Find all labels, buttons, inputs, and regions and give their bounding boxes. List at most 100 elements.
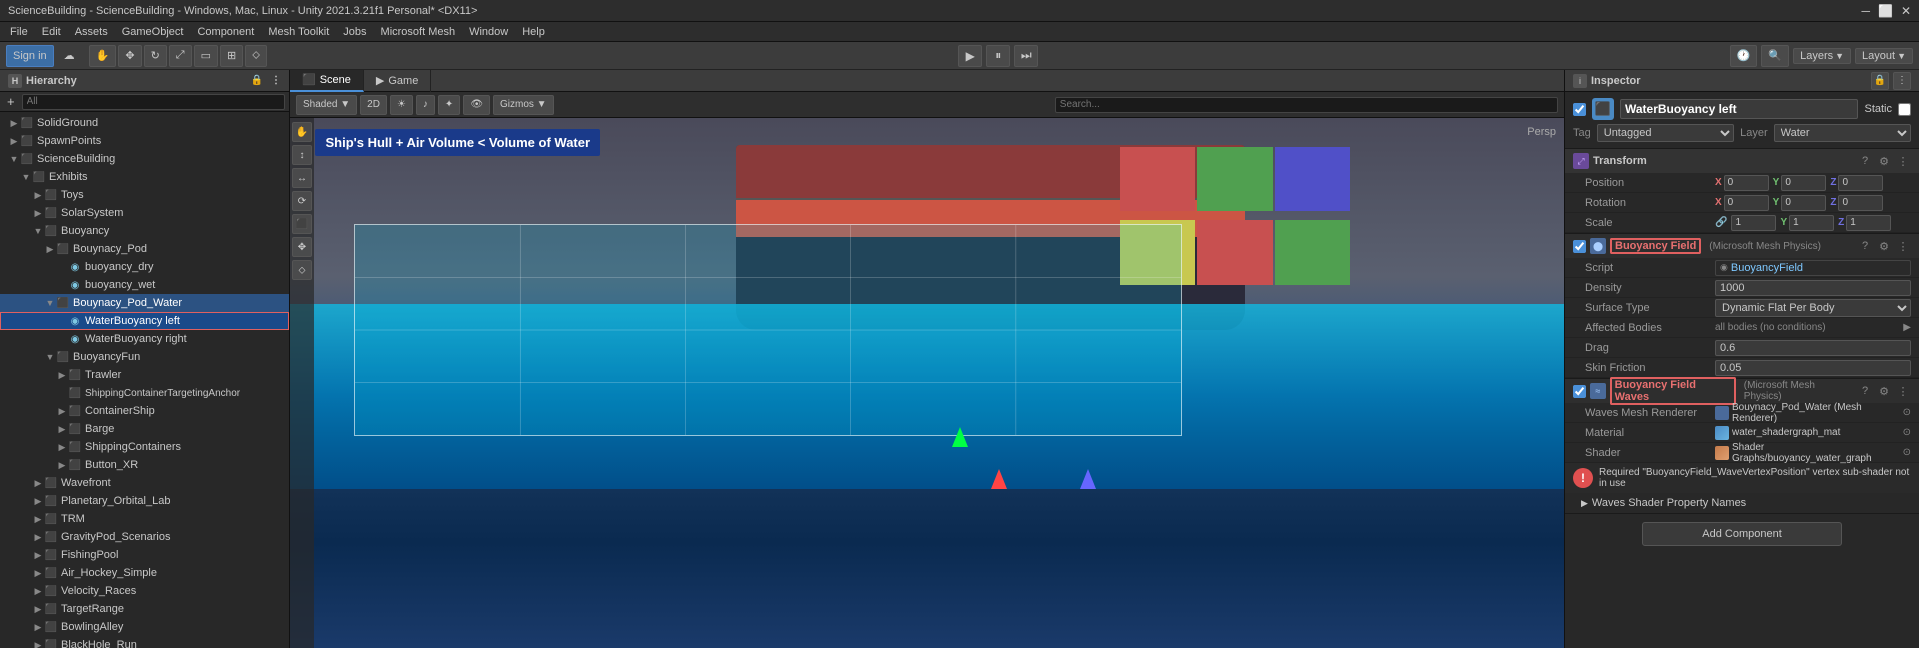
gizmo-rect[interactable]: ⬛ bbox=[292, 214, 312, 234]
position-x-input[interactable] bbox=[1724, 175, 1769, 191]
gizmo-scale[interactable]: ⟳ bbox=[292, 191, 312, 211]
menu-help[interactable]: Help bbox=[516, 25, 551, 39]
shader-pick-icon[interactable]: ⊙ bbox=[1903, 447, 1911, 458]
step-button[interactable]: ⏭ bbox=[1014, 45, 1038, 67]
inspector-lock-button[interactable]: 🔒 bbox=[1871, 72, 1889, 90]
buoyancy-field-menu-button[interactable]: ⋮ bbox=[1895, 238, 1911, 254]
menu-jobs[interactable]: Jobs bbox=[337, 25, 372, 39]
hierarchy-lock-icon[interactable]: 🔒 bbox=[251, 75, 263, 86]
static-checkbox[interactable] bbox=[1898, 103, 1911, 116]
transform-menu-button[interactable]: ⋮ bbox=[1895, 153, 1911, 169]
tree-item-shippinganchor[interactable]: ⬛ ShippingContainerTargetingAnchor bbox=[0, 384, 289, 402]
tree-item-spawnpoints[interactable]: ▶ ⬛ SpawnPoints bbox=[0, 132, 289, 150]
layout-dropdown[interactable]: Layout ▼ bbox=[1855, 48, 1913, 64]
close-btn[interactable]: ✕ bbox=[1901, 4, 1911, 18]
buoyancy-waves-settings-button[interactable]: ⚙ bbox=[1876, 383, 1892, 399]
rotation-y-input[interactable] bbox=[1781, 195, 1826, 211]
buoyancy-waves-help-button[interactable]: ? bbox=[1857, 383, 1873, 399]
buoyancy-waves-header[interactable]: ≈ Buoyancy Field Waves (Microsoft Mesh P… bbox=[1565, 379, 1919, 403]
rotation-z-input[interactable] bbox=[1838, 195, 1883, 211]
tree-item-toys[interactable]: ▶ ⬛ Toys bbox=[0, 186, 289, 204]
gizmo-hand[interactable]: ✋ bbox=[292, 122, 312, 142]
tree-item-fishingpool[interactable]: ▶ ⬛ FishingPool bbox=[0, 546, 289, 564]
search-button[interactable]: 🔍 bbox=[1761, 45, 1789, 67]
menu-microsoft-mesh[interactable]: Microsoft Mesh bbox=[375, 25, 462, 39]
tag-select[interactable]: Untagged bbox=[1597, 124, 1734, 142]
tree-item-containership[interactable]: ▶ ⬛ ContainerShip bbox=[0, 402, 289, 420]
tree-item-shippingcontainers[interactable]: ▶ ⬛ ShippingContainers bbox=[0, 438, 289, 456]
buoyancy-field-checkbox[interactable] bbox=[1573, 240, 1586, 253]
object-active-checkbox[interactable] bbox=[1573, 103, 1586, 116]
hierarchy-add-button[interactable]: + bbox=[4, 94, 18, 109]
hierarchy-menu-icon[interactable]: ⋮ bbox=[271, 75, 281, 86]
layers-dropdown[interactable]: Layers ▼ bbox=[1793, 48, 1851, 64]
scale-y-input[interactable] bbox=[1789, 215, 1834, 231]
tree-item-trm[interactable]: ▶ ⬛ TRM bbox=[0, 510, 289, 528]
tree-item-bouynacypodwater[interactable]: ▼ ⬛ Bouynacy_Pod_Water bbox=[0, 294, 289, 312]
hand-tool-button[interactable]: ✋ bbox=[89, 45, 117, 67]
rotate-tool-button[interactable]: ↻ bbox=[144, 45, 167, 67]
maximize-btn[interactable]: ⬜ bbox=[1878, 4, 1893, 18]
transform-help-button[interactable]: ? bbox=[1857, 153, 1873, 169]
menu-gameobject[interactable]: GameObject bbox=[116, 25, 190, 39]
tree-item-buttonxr[interactable]: ▶ ⬛ Button_XR bbox=[0, 456, 289, 474]
tree-item-waterbuoyancyright[interactable]: ◉ WaterBuoyancy right bbox=[0, 330, 289, 348]
tree-item-velocityraces[interactable]: ▶ ⬛ Velocity_Races bbox=[0, 582, 289, 600]
lighting-button[interactable]: ☀ bbox=[390, 95, 413, 115]
tree-item-bouynacypod[interactable]: ▶ ⬛ Bouynacy_Pod bbox=[0, 240, 289, 258]
affected-bodies-expand-icon[interactable]: ▶ bbox=[1903, 322, 1911, 333]
menu-component[interactable]: Component bbox=[191, 25, 260, 39]
tree-item-waterbuoyancyleft[interactable]: ◉ WaterBuoyancy left bbox=[0, 312, 289, 330]
tree-item-buoyancy-wet[interactable]: ◉ buoyancy_wet bbox=[0, 276, 289, 294]
surface-type-select[interactable]: Dynamic Flat Per Body bbox=[1715, 299, 1911, 317]
inspector-menu-button[interactable]: ⋮ bbox=[1893, 72, 1911, 90]
hierarchy-search-input[interactable] bbox=[22, 94, 285, 110]
scale-x-input[interactable] bbox=[1731, 215, 1776, 231]
minimize-btn[interactable]: ─ bbox=[1861, 4, 1870, 18]
transform-component-header[interactable]: ⤢ Transform ? ⚙ ⋮ bbox=[1565, 149, 1919, 173]
tree-item-solarsystem[interactable]: ▶ ⬛ SolarSystem bbox=[0, 204, 289, 222]
tree-item-targetrange[interactable]: ▶ ⬛ TargetRange bbox=[0, 600, 289, 618]
density-input[interactable] bbox=[1715, 280, 1911, 296]
tree-item-barge[interactable]: ▶ ⬛ Barge bbox=[0, 420, 289, 438]
scale-tool-button[interactable]: ⤢ bbox=[169, 45, 192, 67]
history-button[interactable]: 🕐 bbox=[1730, 45, 1758, 67]
audio-button[interactable]: ♪ bbox=[416, 95, 435, 115]
pause-button[interactable]: ⏸ bbox=[986, 45, 1010, 67]
tab-scene[interactable]: ⬛ Scene bbox=[290, 70, 364, 92]
tree-item-planetary[interactable]: ▶ ⬛ Planetary_Orbital_Lab bbox=[0, 492, 289, 510]
object-name-input[interactable] bbox=[1620, 99, 1858, 119]
2d-button[interactable]: 2D bbox=[360, 95, 387, 115]
tree-item-solidground[interactable]: ▶ ⬛ SolidGround bbox=[0, 114, 289, 132]
sign-in-button[interactable]: Sign in bbox=[6, 45, 54, 67]
gizmo-custom[interactable]: ⬦ bbox=[292, 260, 312, 280]
play-button[interactable]: ▶ bbox=[958, 45, 982, 67]
gizmos-button[interactable]: Gizmos ▼ bbox=[493, 95, 554, 115]
tree-item-sciencebuilding[interactable]: ▼ ⬛ ScienceBuilding bbox=[0, 150, 289, 168]
buoyancy-waves-menu-button[interactable]: ⋮ bbox=[1895, 383, 1911, 399]
gizmo-move[interactable]: ↕ bbox=[292, 145, 312, 165]
tree-item-airhockey[interactable]: ▶ ⬛ Air_Hockey_Simple bbox=[0, 564, 289, 582]
tree-item-trawler[interactable]: ▶ ⬛ Trawler bbox=[0, 366, 289, 384]
tree-item-gravitypod[interactable]: ▶ ⬛ GravityPod_Scenarios bbox=[0, 528, 289, 546]
menu-file[interactable]: File bbox=[4, 25, 34, 39]
cloud-icon[interactable]: ☁ bbox=[58, 45, 81, 67]
buoyancy-field-help-button[interactable]: ? bbox=[1857, 238, 1873, 254]
gizmo-rotate[interactable]: ↔ bbox=[292, 168, 312, 188]
menu-assets[interactable]: Assets bbox=[69, 25, 114, 39]
rotation-x-input[interactable] bbox=[1724, 195, 1769, 211]
buoyancy-field-settings-button[interactable]: ⚙ bbox=[1876, 238, 1892, 254]
position-z-input[interactable] bbox=[1838, 175, 1883, 191]
rect-tool-button[interactable]: ▭ bbox=[194, 45, 218, 67]
buoyancy-script-ref[interactable]: ◉ BuoyancyField bbox=[1715, 260, 1911, 276]
skin-friction-input[interactable] bbox=[1715, 360, 1911, 376]
tree-item-buoyancyfun[interactable]: ▼ ⬛ BuoyancyFun bbox=[0, 348, 289, 366]
gizmo-transform[interactable]: ✥ bbox=[292, 237, 312, 257]
layer-select[interactable]: Water bbox=[1774, 124, 1911, 142]
material-pick-icon[interactable]: ⊙ bbox=[1903, 427, 1911, 438]
tab-game[interactable]: ▶ Game bbox=[364, 70, 431, 92]
add-component-button[interactable]: Add Component bbox=[1642, 522, 1842, 546]
tree-item-exhibits[interactable]: ▼ ⬛ Exhibits bbox=[0, 168, 289, 186]
fx-button[interactable]: ✦ bbox=[438, 95, 460, 115]
scene-search-input[interactable] bbox=[1055, 97, 1558, 113]
